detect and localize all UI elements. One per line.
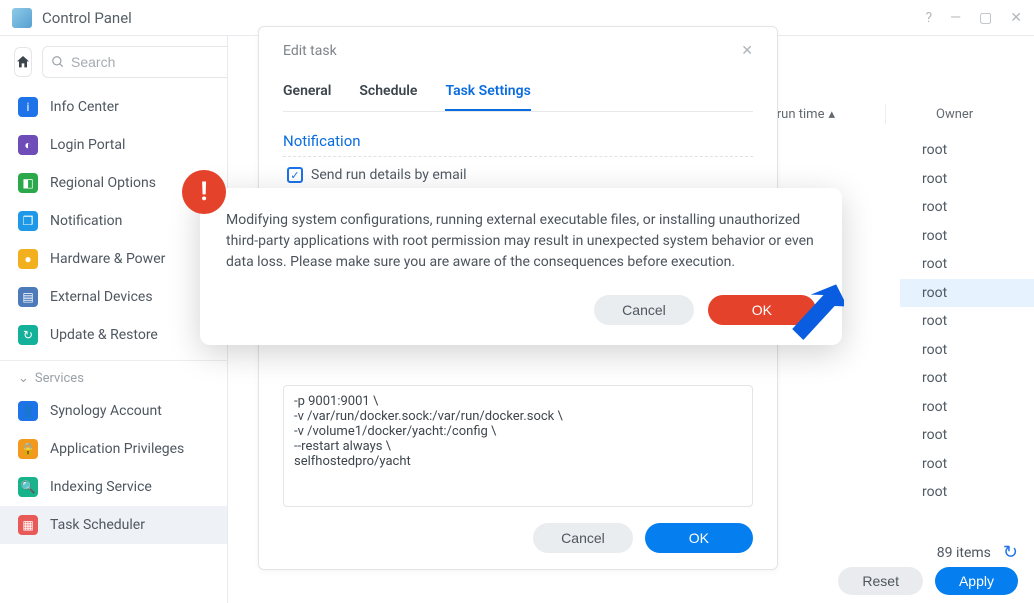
search-icon	[51, 55, 65, 69]
device-icon: ▤	[18, 287, 38, 307]
calendar-icon: ▦	[18, 515, 38, 535]
info-icon: i	[18, 97, 38, 117]
home-button[interactable]	[14, 47, 32, 77]
close-icon[interactable]: ✕	[741, 43, 753, 59]
col-runtime[interactable]: t run time ▴	[769, 107, 835, 122]
sidebar-item-label: Synology Account	[50, 403, 162, 419]
sidebar-item-hardware[interactable]: ● Hardware & Power	[0, 240, 227, 278]
sidebar-item-app-privileges[interactable]: 🔒 Application Privileges	[0, 430, 227, 468]
warning-text: Modifying system configurations, running…	[226, 210, 816, 273]
sidebar-item-synology-account[interactable]: 👤 Synology Account	[0, 392, 227, 430]
sidebar-item-label: Regional Options	[50, 175, 156, 191]
owner-column: root root root root root root root root …	[900, 136, 1034, 507]
help-icon[interactable]: ?	[925, 10, 932, 26]
table-row[interactable]: root	[900, 421, 1034, 450]
reset-button[interactable]: Reset	[838, 567, 923, 595]
sidebar-item-label: Info Center	[50, 99, 119, 115]
item-count: 89 items	[937, 545, 991, 561]
minimize-icon[interactable]: —	[950, 10, 961, 26]
edit-cancel-button[interactable]: Cancel	[533, 523, 633, 553]
tab-schedule[interactable]: Schedule	[359, 77, 417, 111]
sidebar-item-label: Task Scheduler	[50, 517, 145, 533]
group-notification: Notification	[283, 126, 753, 157]
sidebar-item-indexing[interactable]: 🔍 Indexing Service	[0, 468, 227, 506]
col-owner[interactable]: Owner	[936, 107, 1016, 122]
close-icon[interactable]: ✕	[1010, 10, 1022, 26]
app-icon	[12, 8, 32, 28]
table-row[interactable]: root	[900, 193, 1034, 222]
search-field[interactable]	[42, 46, 228, 78]
sidebar-item-label: Notification	[50, 213, 122, 229]
bulb-icon: ●	[18, 249, 38, 269]
table-row[interactable]: root	[900, 478, 1034, 507]
sidebar-item-info-center[interactable]: i Info Center	[0, 88, 227, 126]
sidebar-item-update[interactable]: ↻ Update & Restore	[0, 316, 227, 354]
apply-button[interactable]: Apply	[935, 567, 1018, 595]
restore-icon: ↻	[18, 325, 38, 345]
search-input[interactable]	[71, 54, 228, 70]
table-row[interactable]: root	[900, 165, 1034, 194]
sidebar-item-label: Indexing Service	[50, 479, 152, 495]
tab-task-settings[interactable]: Task Settings	[445, 77, 530, 111]
sidebar: i Info Center ◐ Login Portal ◧ Regional …	[0, 36, 228, 603]
table-row[interactable]: root	[900, 222, 1034, 251]
sidebar-item-task-scheduler[interactable]: ▦ Task Scheduler	[0, 506, 227, 544]
warn-ok-button[interactable]: OK	[708, 295, 816, 325]
sidebar-item-login-portal[interactable]: ◐ Login Portal	[0, 126, 227, 164]
section-services[interactable]: ⌄ Services	[0, 360, 227, 392]
search-doc-icon: 🔍	[18, 477, 38, 497]
home-icon	[15, 54, 31, 70]
checkbox-icon: ✓	[287, 167, 303, 183]
table-row[interactable]: root	[900, 393, 1034, 422]
refresh-icon[interactable]: ↻	[1003, 542, 1018, 563]
chat-icon: ❐	[18, 211, 38, 231]
checkbox-send-email[interactable]: ✓ Send run details by email	[287, 167, 753, 183]
tab-general[interactable]: General	[283, 77, 331, 111]
dialog-title: Edit task	[283, 43, 337, 59]
sidebar-item-external[interactable]: ▤ External Devices	[0, 278, 227, 316]
sidebar-item-label: Login Portal	[50, 137, 125, 153]
section-label-text: Services	[35, 371, 84, 386]
chevron-down-icon: ⌄	[18, 371, 29, 386]
sidebar-item-label: External Devices	[50, 289, 153, 305]
warning-icon: !	[182, 170, 226, 214]
table-row[interactable]: root	[900, 364, 1034, 393]
window-title: Control Panel	[42, 9, 132, 27]
sidebar-item-label: Hardware & Power	[50, 251, 165, 267]
maximize-icon[interactable]: ▢	[979, 10, 992, 26]
table-row[interactable]: root	[900, 307, 1034, 336]
portal-icon: ◐	[18, 135, 38, 155]
checkbox-label: Send run details by email	[311, 167, 467, 183]
lock-icon: 🔒	[18, 439, 38, 459]
sidebar-item-label: Update & Restore	[50, 327, 158, 343]
sidebar-item-label: Application Privileges	[50, 441, 184, 457]
table-row[interactable]: root	[900, 336, 1034, 365]
regional-icon: ◧	[18, 173, 38, 193]
warn-cancel-button[interactable]: Cancel	[594, 295, 694, 325]
table-row[interactable]: root	[900, 279, 1034, 308]
table-row[interactable]: root	[900, 250, 1034, 279]
user-icon: 👤	[18, 401, 38, 421]
script-textarea[interactable]: -p 9001:9001 \ -v /var/run/docker.sock:/…	[283, 385, 753, 507]
sort-asc-icon: ▴	[828, 107, 835, 122]
table-row[interactable]: root	[900, 136, 1034, 165]
table-row[interactable]: root	[900, 450, 1034, 479]
warning-dialog: ! Modifying system configurations, runni…	[200, 188, 842, 345]
edit-ok-button[interactable]: OK	[645, 523, 753, 553]
